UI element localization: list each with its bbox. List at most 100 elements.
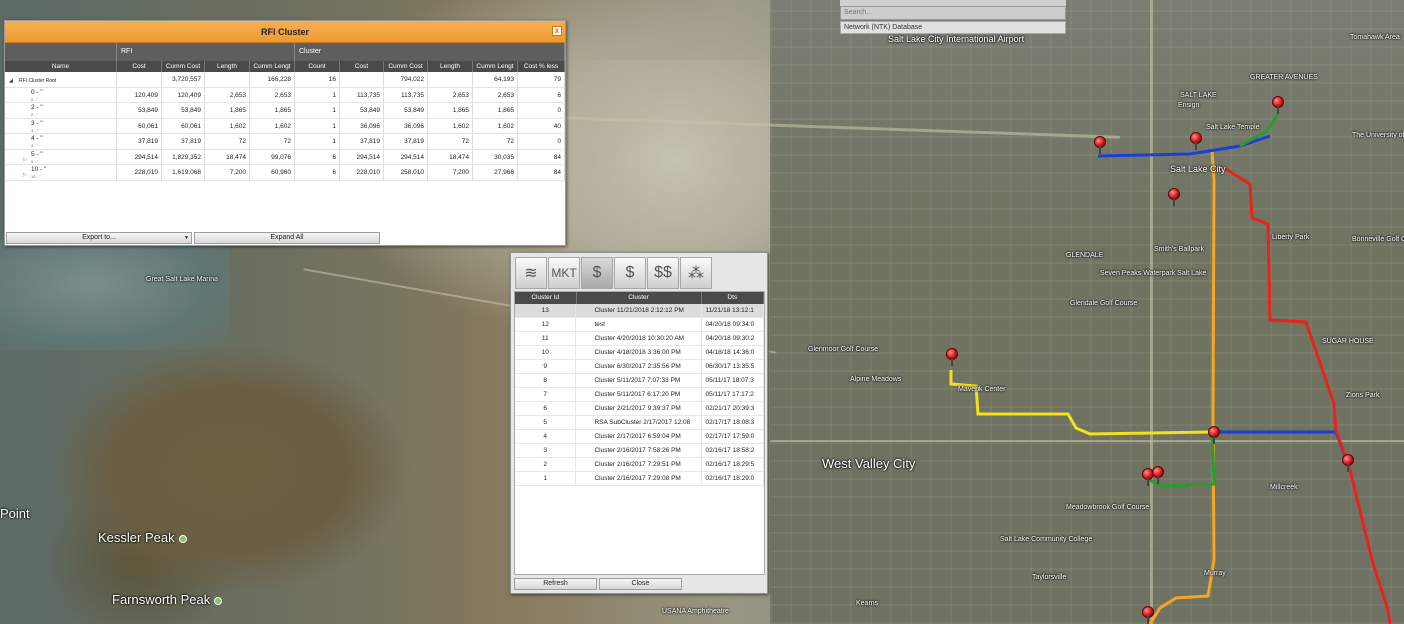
group-cluster: Cluster [295,43,565,61]
table-row[interactable]: 10 Cluster 4/18/2018 3:36:00 PM 04/18/18 1… [515,346,764,360]
row-subname: 4 - " [31,143,39,148]
peak-name: Kessler Peak [98,530,175,545]
cluster-id-cell: 3 [515,444,577,457]
cluster-name-cell: Cluster 2/16/2017 7:29:51 PM [576,458,702,471]
table-row[interactable]: 11 Cluster 4/20/2018 10:30:20 AM 04/20/18 … [515,332,764,346]
refresh-button[interactable]: Refresh [514,578,597,590]
table-row[interactable]: ▷ 10 - " 10 - " 228,010 1,619,068 7,200 60,960… [5,165,565,181]
table-row[interactable]: 4 - " 4 - " 37,819 37,819 72 72 1 37,819 37,819 7… [5,134,565,150]
close-button[interactable]: Close [599,578,682,590]
map-label: Alpine Meadows [850,376,902,383]
export-dropdown[interactable]: Export to... ▼ [6,232,192,244]
mkt-tool[interactable]: MKT [548,257,580,289]
database-selector[interactable]: Network (NTK) Database [840,21,1066,34]
cost-route-tool[interactable]: $ [581,257,613,289]
map-pin[interactable] [946,348,958,366]
map-search-input[interactable]: Search... [840,6,1066,20]
table-row[interactable]: ▷ 5 - " 5 - " 294,514 1,829,352 18,474 99,076 6… [5,149,565,165]
row-name-cell: 2 - " 2 - " [5,103,117,118]
row-name-cell: 3 - " 3 - " [5,118,117,133]
route-orange [1148,149,1216,624]
cluster-toolbar: ≋ MKT $ $ $$ ⁂ [515,257,712,289]
map-label: Murray [1204,570,1226,577]
column-header[interactable]: Count [295,61,340,72]
column-header[interactable]: Cost [340,61,384,72]
cluster-grid-body: 13 Cluster 11/21/2018 2:12:12 PM 11/21/18 … [515,304,764,486]
column-header[interactable]: Cost % less [518,61,565,72]
table-row[interactable]: 3 Cluster 2/16/2017 7:58:26 PM 02/16/17 18… [515,444,764,458]
row-name-cell: 0 - " 0 - " [5,87,117,102]
data-cell: 72 [473,134,518,149]
expand-icon[interactable]: ▷ [23,168,27,180]
column-header[interactable]: Cluster [577,292,702,304]
table-row[interactable]: 8 Cluster 5/11/2017 7:07:33 PM 05/11/17 18… [515,374,764,388]
map-label: Smith's Ballpark [1154,246,1204,253]
data-cell [340,72,384,87]
data-cell: 60,061 [162,118,205,133]
row-name: 2 - " [31,104,43,111]
table-row[interactable]: 3 - " 3 - " 60,061 60,061 1,602 1,602 1 36,096 3… [5,118,565,134]
data-cell: 37,819 [384,134,428,149]
map-pin[interactable] [1208,426,1220,444]
column-header[interactable]: Cumm Cost [162,61,205,72]
table-row[interactable]: 13 Cluster 11/21/2018 2:12:12 PM 11/21/18 … [515,304,764,318]
dollar-icon: $ [625,264,635,281]
rfi-cluster-panel: RFI Cluster x RFI Cluster Name Cost Cumm C… [4,20,566,246]
table-row[interactable]: 4 Cluster 2/17/2017 6:59:04 PM 02/17/17 17… [515,430,764,444]
map-pin[interactable] [1152,466,1164,484]
tree-root-row[interactable]: ◢ RFI Cluster Root 3,720,557 166,228 16 794,0… [5,72,565,88]
table-row[interactable]: 12 test 04/20/18 09:34:0 [515,318,764,332]
chevron-down-icon: ▼ [184,235,189,241]
column-header[interactable]: Dts [702,292,764,304]
map-pin[interactable] [1168,188,1180,206]
table-row[interactable]: 0 - " 0 - " 120,409 120,409 2,653 2,653 1 113,7… [5,87,565,103]
table-row[interactable]: 5 RSA SubCluster 2/17/2017 12:08 02/17/17 … [515,416,764,430]
column-header[interactable]: Cluster Id [515,292,577,304]
expand-icon[interactable]: ▷ [23,153,27,165]
cluster-name-cell: Cluster 6/30/2017 2:35:56 PM [576,360,702,373]
table-row[interactable]: 2 - " 2 - " 53,849 53,849 1,865 1,865 1 53,849 5… [5,103,565,119]
peak-label: Kessler Peak [98,530,187,545]
column-header[interactable]: Cumm Lengt [473,61,518,72]
data-cell: 6 [295,165,340,180]
root-label: RFI Cluster Root [19,78,57,84]
data-cell: 37,819 [162,134,205,149]
close-icon[interactable]: x [552,26,562,36]
data-cell: 1 [295,87,340,102]
panel-titlebar[interactable]: RFI Cluster x [5,21,565,43]
column-header[interactable]: Length [205,61,250,72]
dollar-multi-icon: $$ [654,264,672,281]
multi-cost-tool[interactable]: $$ [647,257,679,289]
collapse-icon[interactable]: ◢ [9,74,13,87]
map-pin[interactable] [1094,136,1106,154]
table-row[interactable]: 9 Cluster 6/30/2017 2:35:56 PM 06/30/17 13… [515,360,764,374]
cluster-grid: Cluster Id Cluster Dts 13 Cluster 11/21/2… [514,291,765,575]
column-header[interactable]: Cumm Cost [384,61,428,72]
map-pin[interactable] [1272,96,1284,114]
table-row[interactable]: 7 Cluster 5/11/2017 6:17:20 PM 05/11/17 17… [515,388,764,402]
cost-tool[interactable]: $ [614,257,646,289]
column-header[interactable]: Cost [117,61,162,72]
data-cell: 1,602 [473,118,518,133]
row-name-cell: ▷ 10 - " 10 - " [5,165,117,180]
map-label: Salt Lake Temple [1206,124,1260,131]
network-tool[interactable]: ⁂ [680,257,712,289]
layers-tool[interactable]: ≋ [515,257,547,289]
column-header[interactable]: Length [428,61,473,72]
expand-all-button[interactable]: Expand All [194,232,380,244]
table-row[interactable]: 6 Cluster 2/21/2017 9:39:37 PM 02/21/17 20… [515,402,764,416]
map-label: Liberty Park [1272,234,1310,241]
table-row[interactable]: 1 Cluster 2/16/2017 7:29:08 PM 02/16/17 18… [515,472,764,486]
map-pin[interactable] [1142,606,1154,624]
data-cell: 1,829,352 [162,149,205,164]
data-cell: 113,735 [340,87,384,102]
map-pin[interactable] [1190,132,1202,150]
table-row[interactable]: 2 Cluster 2/16/2017 7:29:51 PM 02/16/17 18… [515,458,764,472]
data-cell: 18,474 [205,149,250,164]
column-header[interactable]: Cumm Lengt [250,61,295,72]
column-header[interactable]: Name [5,61,117,72]
map-pin[interactable] [1342,454,1354,472]
cluster-dts-cell: 05/11/17 17:17:2 [702,388,764,401]
data-cell: 37,819 [340,134,384,149]
cluster-name-cell: Cluster 2/21/2017 9:39:37 PM [576,402,702,415]
